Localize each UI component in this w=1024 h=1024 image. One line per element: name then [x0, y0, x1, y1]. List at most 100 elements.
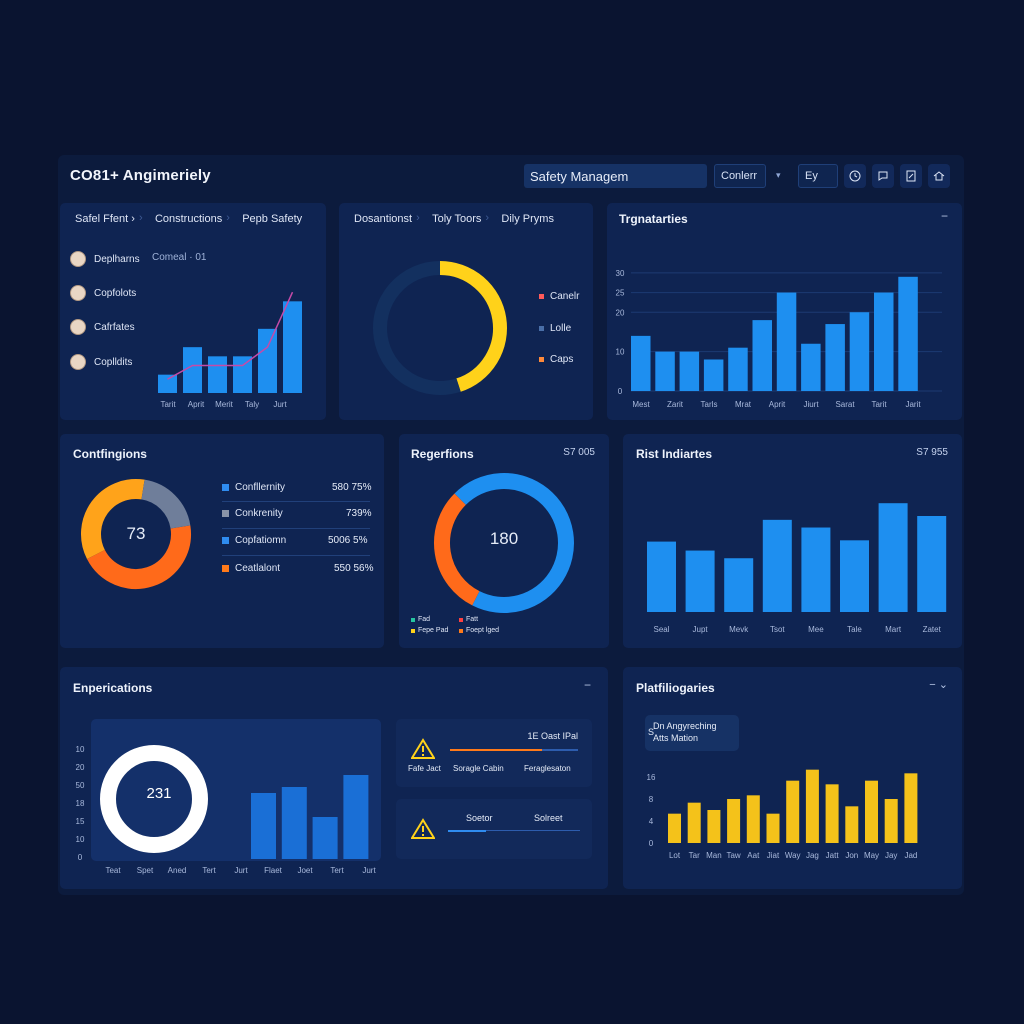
- bar: [233, 356, 252, 393]
- donut-slice: [140, 479, 191, 530]
- bar: [801, 527, 831, 612]
- tab-pepb-safety[interactable]: Pepb Safety: [226, 212, 312, 225]
- x-tick-label: Jon: [845, 851, 858, 860]
- person-name: Coplldits: [94, 356, 133, 368]
- content-select[interactable]: Conlerr: [714, 164, 766, 188]
- bar: [724, 558, 754, 612]
- bar: [343, 775, 369, 859]
- x-tick-label: Aat: [747, 851, 760, 860]
- bar: [878, 503, 908, 612]
- bar: [687, 802, 701, 843]
- x-tick-label: Aprit: [188, 400, 205, 409]
- x-tick-label: Zarit: [667, 400, 684, 409]
- alert-panel[interactable]: Soetor Solreet: [396, 799, 592, 859]
- people-note: Comeal · 01: [152, 252, 207, 263]
- x-tick-label: Jay: [885, 851, 897, 860]
- divider: [222, 501, 370, 502]
- x-tick-label: Jag: [806, 851, 819, 860]
- card2-tabs: Dosantionst Toly Toors Dily Pryms: [344, 212, 564, 225]
- x-tick-label: Jurt: [273, 400, 287, 409]
- tab-safel-ffent[interactable]: Safel Ffent ›: [65, 213, 145, 225]
- x-tick-label: Jupt: [693, 625, 709, 634]
- person-row[interactable]: Coplldits: [70, 354, 132, 370]
- x-tick-label: May: [864, 851, 879, 860]
- x-tick-label: Aprit: [769, 400, 786, 409]
- donut-slice: [434, 493, 480, 606]
- bar: [904, 773, 918, 843]
- bar: [884, 799, 898, 843]
- x-tick-label: Aned: [168, 866, 187, 875]
- x-tick-label: Tert: [202, 866, 216, 875]
- x-tick-label: Lot: [669, 851, 681, 860]
- chevron-down-icon[interactable]: ▾: [776, 170, 781, 181]
- bar: [258, 328, 277, 393]
- y-tick-label: 20: [76, 763, 85, 772]
- bar-chart-platform: 0 4 8 16 Lot Tar Man Taw Aat Jiat Way Jag Jatt Jon May…: [647, 769, 918, 860]
- collapse-icon[interactable]: −: [584, 678, 591, 692]
- platform-card: Platfiliogaries − ⌄ Dn Angyreching Atts …: [623, 667, 962, 889]
- donut-slice: [81, 479, 145, 559]
- x-tick-label: Jatt: [826, 851, 840, 860]
- bar: [208, 356, 227, 393]
- person-row[interactable]: Deplharns: [70, 251, 140, 267]
- x-tick-label: Jurt: [234, 866, 248, 875]
- bar: [825, 784, 839, 843]
- donut-slice: [373, 261, 461, 395]
- card1-tabs: Safel Ffent › Constructions Pepb Safety: [65, 212, 312, 225]
- experiences-card: Enperications − 0 10 15 18 50 20 10 Teat Spet Ane…: [60, 667, 608, 889]
- tab-dosantionst[interactable]: Dosantionst: [344, 213, 422, 225]
- person-row[interactable]: Copfolots: [70, 285, 136, 301]
- legend-item: Caps: [539, 354, 573, 365]
- y-tick-label: 16: [647, 773, 656, 782]
- y-tick-label: 0: [618, 387, 623, 396]
- search-input[interactable]: [524, 164, 707, 188]
- bar: [776, 292, 797, 391]
- tab-toly-toors[interactable]: Toly Toors: [416, 212, 491, 225]
- legend-value: 739%: [346, 508, 372, 519]
- x-tick-label: Way: [785, 851, 801, 860]
- collapse-icon[interactable]: − ⌄: [929, 678, 948, 691]
- donut-center-value: 73: [126, 524, 146, 543]
- bar: [845, 806, 859, 843]
- bar: [825, 324, 845, 391]
- chat-icon[interactable]: [872, 164, 894, 188]
- chart-trend: Tarit Aprit Merit Taly Jurt: [158, 291, 302, 409]
- bar: [752, 320, 772, 391]
- bar: [766, 813, 780, 843]
- home-icon[interactable]: [928, 164, 950, 188]
- card-title: Regerfions: [411, 447, 474, 461]
- person-name: Copfolots: [94, 287, 137, 299]
- bar: [865, 780, 878, 843]
- targets-card: Trgnatarties − 0 10 20 25 30 Mest Zarit Tarls Mr…: [607, 203, 962, 420]
- tab-dily-pryms[interactable]: Dily Pryms: [485, 212, 564, 225]
- bar: [685, 550, 715, 612]
- collapse-icon[interactable]: −: [941, 209, 948, 223]
- filter-select[interactable]: Ey: [798, 164, 838, 188]
- tooltip: Dn Angyreching Atts Mation: [645, 715, 739, 751]
- divider: [222, 555, 370, 556]
- bar: [647, 541, 676, 612]
- x-tick-label: Jiat: [767, 851, 780, 860]
- y-tick-label: 30: [616, 269, 625, 278]
- alert-label: Solreet: [534, 813, 563, 823]
- x-tick-label: Tarit: [871, 400, 887, 409]
- progress-bar: [448, 830, 486, 832]
- x-tick-label: Flaet: [264, 866, 283, 875]
- clock-icon[interactable]: [844, 164, 866, 188]
- person-row[interactable]: Cafrfates: [70, 319, 135, 335]
- bar: [679, 351, 700, 391]
- tab-constructions[interactable]: Constructions: [139, 212, 232, 225]
- card-value: S7 005: [563, 447, 595, 458]
- alert-label: Fafe Jact: [408, 764, 441, 773]
- y-tick-label: 10: [616, 348, 625, 357]
- bar: [917, 516, 947, 612]
- alert-panel[interactable]: 1E Oast IPal Fafe Jact Soragle Cabin Fer…: [396, 719, 592, 787]
- x-tick-label: Spet: [137, 866, 154, 875]
- document-icon[interactable]: [900, 164, 922, 188]
- person-name: Deplharns: [94, 253, 140, 265]
- x-tick-label: Taw: [726, 851, 740, 860]
- legend-item: Canelr: [539, 291, 579, 302]
- x-tick-label: Mrat: [735, 400, 752, 409]
- bar: [849, 312, 870, 391]
- x-tick-label: Joet: [297, 866, 313, 875]
